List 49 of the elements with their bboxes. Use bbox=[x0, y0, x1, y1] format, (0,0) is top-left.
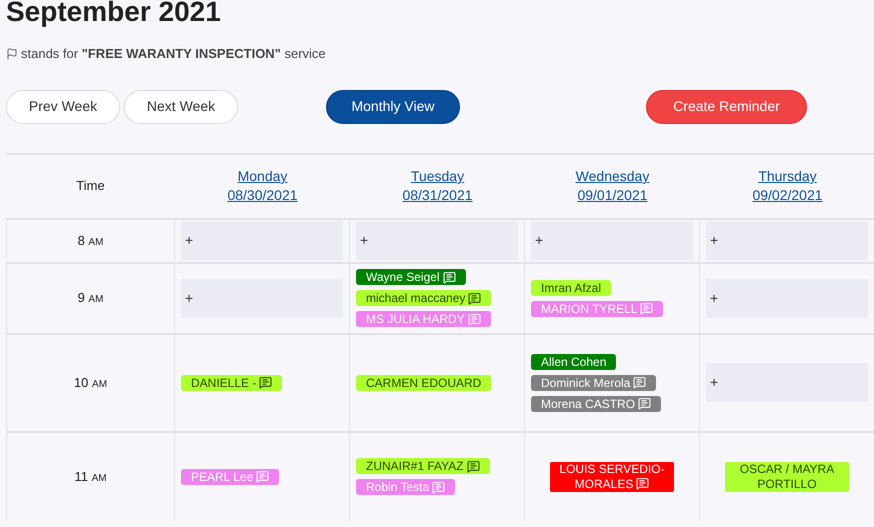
add-slot[interactable]: + bbox=[356, 221, 518, 260]
comment-icon bbox=[468, 312, 481, 326]
date-link[interactable]: 09/01/2021 bbox=[577, 186, 648, 205]
comment-icon bbox=[256, 470, 270, 483]
appointment-tag[interactable]: LOUIS SERVEDIO-MORALES bbox=[550, 462, 674, 492]
flag-icon bbox=[6, 48, 18, 60]
appointment-tag[interactable]: ZUNAIR#1 FAYAZ bbox=[356, 458, 490, 474]
add-slot[interactable]: + bbox=[181, 221, 343, 260]
add-slot[interactable]: + bbox=[706, 363, 868, 402]
day-link[interactable]: Wednesday bbox=[576, 167, 650, 186]
appointment-tag[interactable]: michael maccaney bbox=[356, 290, 492, 306]
appointment-tag[interactable]: OSCAR / MAYRA PORTILLO bbox=[725, 462, 849, 492]
comment-icon bbox=[432, 480, 446, 494]
day-link[interactable]: Thursday bbox=[758, 167, 817, 186]
comment-icon bbox=[638, 397, 652, 410]
comment-icon bbox=[633, 376, 646, 389]
comment-icon bbox=[442, 270, 456, 284]
comment-icon bbox=[466, 460, 480, 472]
appointment-tag[interactable]: CARMEN EDOUARD bbox=[356, 374, 492, 390]
appointment-tag[interactable]: DANIELLE - bbox=[181, 374, 282, 390]
toolbar-button[interactable]: Create Reminder bbox=[646, 90, 807, 124]
date-link[interactable]: 08/31/2021 bbox=[402, 186, 473, 205]
toolbar-button[interactable]: Prev Week bbox=[6, 90, 120, 124]
time-label: 9 AM bbox=[78, 289, 104, 308]
toolbar-button[interactable]: Monthly View bbox=[326, 90, 460, 124]
day-link[interactable]: Tuesday bbox=[410, 167, 464, 186]
appointment-tag[interactable]: Morena CASTRO bbox=[531, 396, 662, 412]
add-slot[interactable]: + bbox=[706, 221, 868, 260]
column-heading: Time bbox=[76, 177, 105, 196]
legend-text: stands for "FREE WARANTY INSPECTION" service bbox=[21, 45, 326, 63]
add-slot[interactable]: + bbox=[181, 278, 343, 318]
comment-icon bbox=[640, 302, 654, 315]
comment-icon bbox=[259, 376, 272, 389]
toolbar-button[interactable]: Next Week bbox=[124, 90, 238, 124]
add-slot[interactable]: + bbox=[531, 221, 693, 260]
date-link[interactable]: 08/30/2021 bbox=[227, 186, 298, 205]
comment-icon bbox=[468, 292, 482, 304]
time-label: 8 AM bbox=[78, 232, 104, 250]
appointment-tag[interactable]: Dominick Merola bbox=[531, 374, 656, 390]
time-label: 11 AM bbox=[74, 468, 107, 486]
appointment-tag[interactable]: Wayne Seigel bbox=[356, 269, 466, 285]
page-title: September 2021 bbox=[6, 0, 222, 26]
time-label: 10 AM bbox=[74, 374, 108, 392]
appointment-tag[interactable]: Imran Afzal bbox=[531, 280, 612, 296]
add-slot[interactable]: + bbox=[706, 278, 868, 318]
appointment-tag[interactable]: Allen Cohen bbox=[531, 354, 616, 370]
date-link[interactable]: 09/02/2021 bbox=[752, 186, 823, 205]
day-link[interactable]: Monday bbox=[238, 167, 288, 186]
comment-icon bbox=[636, 476, 650, 490]
